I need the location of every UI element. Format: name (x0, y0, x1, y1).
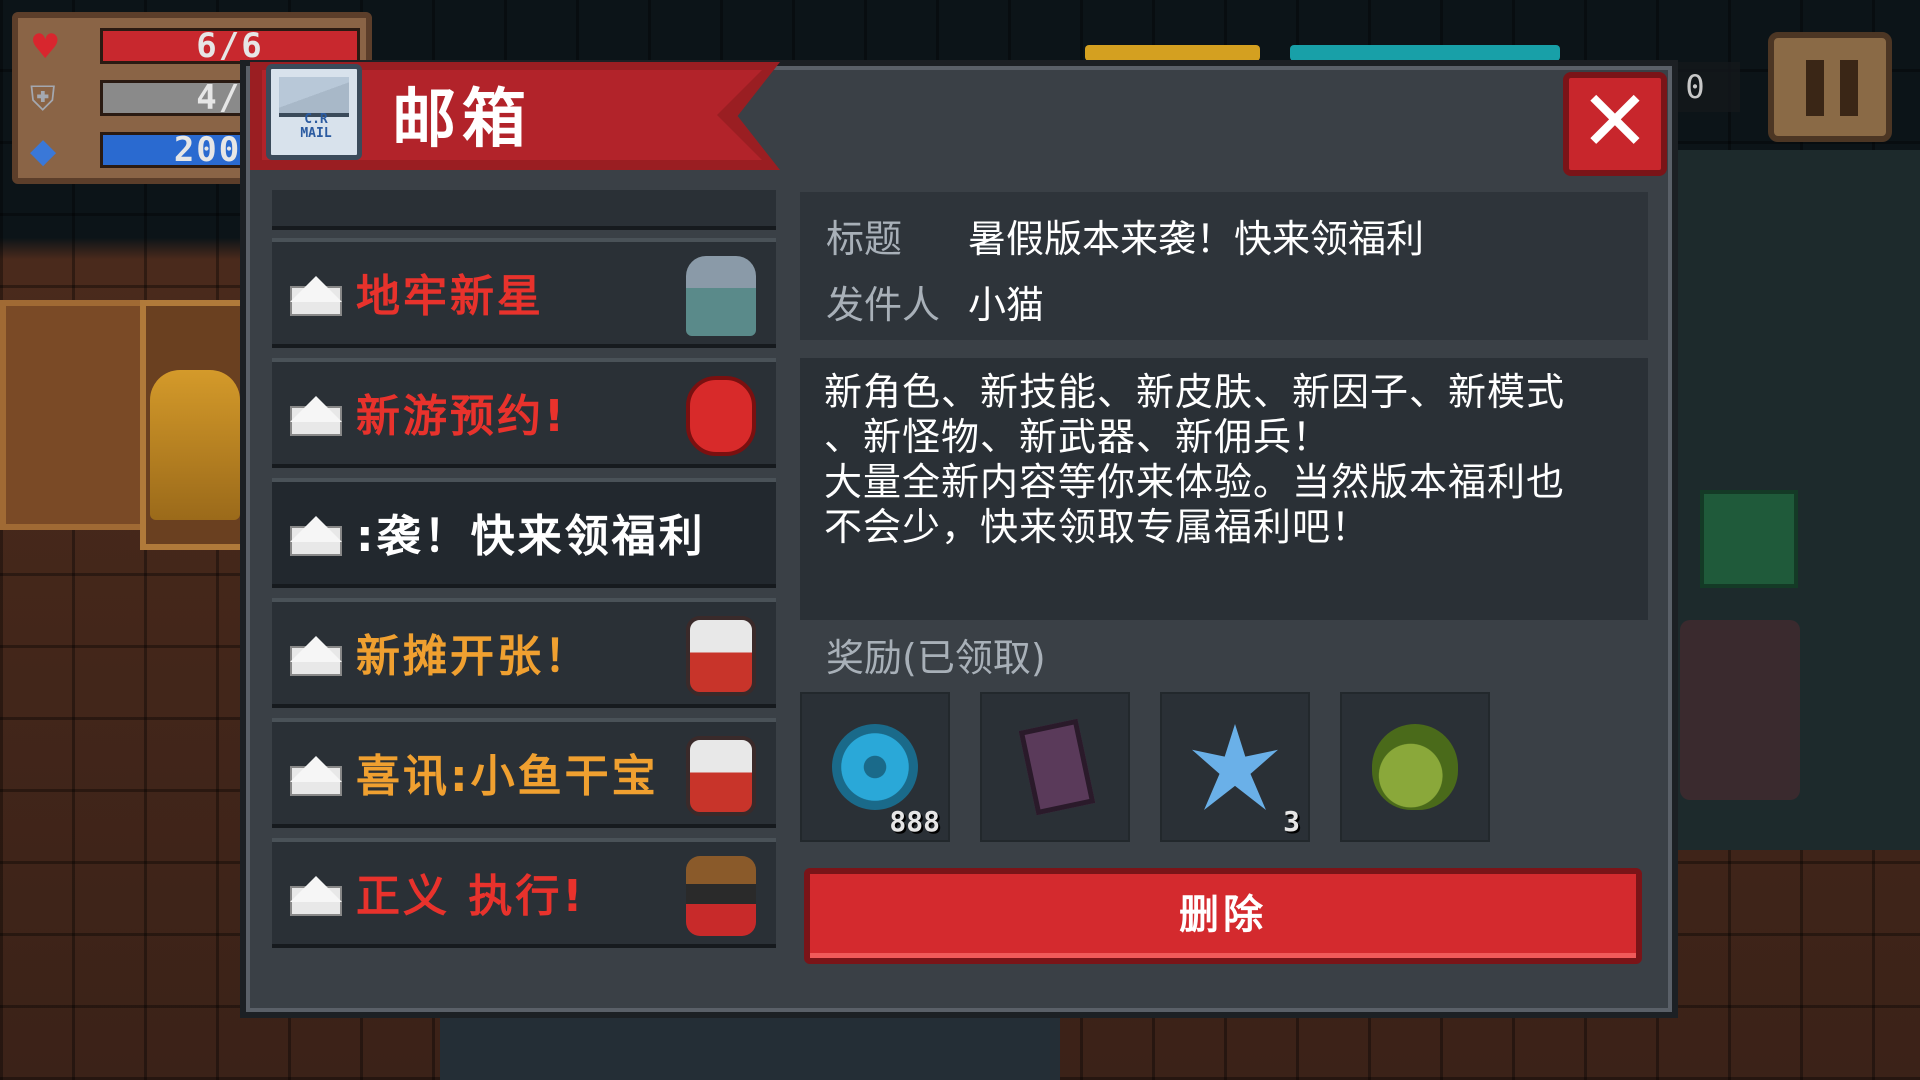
mail-item[interactable]: 正义 执行! (272, 838, 776, 948)
mail-title: 暑假版本来袭！快来领福利 (968, 217, 1425, 261)
gem-coin-icon (832, 724, 918, 810)
list-item-partial[interactable] (272, 190, 776, 230)
envelope-icon (290, 636, 342, 676)
mail-body: 新角色、新技能、新皮肤、新因子、新模式 、新怪物、新武器、新佣兵！ 大量全新内容… (800, 358, 1648, 620)
close-icon: ✕ (1579, 72, 1651, 170)
cat-merchant-avatar-icon (686, 616, 756, 696)
reward-quantity: 3 (1283, 805, 1300, 838)
mail-list[interactable]: 地牢新星 新游预约! :袭！快来领福利 新摊开张！ 喜讯:小鱼干宝 正义 执行! (272, 190, 776, 970)
mail-logo-icon: C.R MAIL (266, 64, 362, 160)
reward-quantity: 888 (889, 805, 940, 838)
pause-button[interactable] (1768, 32, 1892, 142)
background-screen (1700, 490, 1798, 588)
mail-subject: 喜讯:小鱼干宝 (356, 751, 659, 802)
wall-mural (0, 300, 150, 530)
red-hair-girl-avatar-icon (686, 376, 756, 456)
background-yellow-bar (1085, 45, 1260, 61)
golden-statue (150, 370, 240, 520)
mail-subject: 正义 执行! (356, 871, 586, 922)
mail-logo-text: C.R MAIL (300, 112, 332, 141)
cat-merchant-avatar-icon (686, 736, 756, 816)
heart-icon: ♥ (30, 27, 61, 67)
book-icon (1018, 718, 1096, 816)
reward-slot[interactable] (1340, 692, 1490, 842)
mail-subject: 地牢新星 (356, 271, 544, 322)
bear-surfer-avatar-icon (686, 256, 756, 336)
pause-icon (1806, 60, 1824, 116)
mail-item-selected[interactable]: :袭！快来领福利 (272, 478, 776, 588)
envelope-icon (290, 876, 342, 916)
reward-slot[interactable]: 3 (1160, 692, 1310, 842)
close-button[interactable]: ✕ (1563, 72, 1667, 176)
reward-slot[interactable] (980, 692, 1130, 842)
envelope-icon (290, 756, 342, 796)
mail-body-text: 新角色、新技能、新皮肤、新因子、新模式 、新怪物、新武器、新佣兵！ 大量全新内容… (824, 370, 1566, 549)
reward-slot[interactable]: 888 (800, 692, 950, 842)
sender-label: 发件人 (826, 283, 941, 327)
shield-icon: ⛨ (30, 79, 56, 119)
background-table (440, 1010, 1060, 1080)
mail-detail-header: 标题 暑假版本来袭！快来领福利 发件人 小猫 (800, 192, 1648, 340)
mail-item[interactable]: 地牢新星 (272, 238, 776, 348)
cowboy-avatar-icon (686, 856, 756, 936)
delete-button[interactable]: 删除 (804, 868, 1642, 964)
mail-item[interactable]: 喜讯:小鱼干宝 (272, 718, 776, 828)
background-character (1680, 620, 1800, 800)
hp-bar: 6/6 (100, 28, 360, 64)
mail-item[interactable]: 新游预约! (272, 358, 776, 468)
mail-logo-flap (279, 77, 349, 117)
mail-subject: 新游预约! (356, 391, 568, 442)
crystal-shard-icon (1192, 724, 1278, 810)
mail-item[interactable]: 新摊开张！ (272, 598, 776, 708)
mail-subject: 新摊开张！ (356, 631, 591, 682)
envelope-icon (290, 276, 342, 316)
seed-pouch-icon (1372, 724, 1458, 810)
title-label: 标题 (826, 217, 903, 261)
mail-subject: :袭！快来领福利 (356, 511, 706, 562)
pause-icon-bar (1840, 60, 1858, 116)
mail-sender: 小猫 (968, 283, 1045, 327)
background-teal-bar (1290, 45, 1560, 61)
rewards-label: 奖励(已领取) (826, 636, 1046, 680)
envelope-icon (290, 396, 342, 436)
envelope-icon (290, 516, 342, 556)
energy-gem-icon: ◆ (30, 131, 57, 171)
dialog-title: 邮箱 (392, 83, 532, 157)
